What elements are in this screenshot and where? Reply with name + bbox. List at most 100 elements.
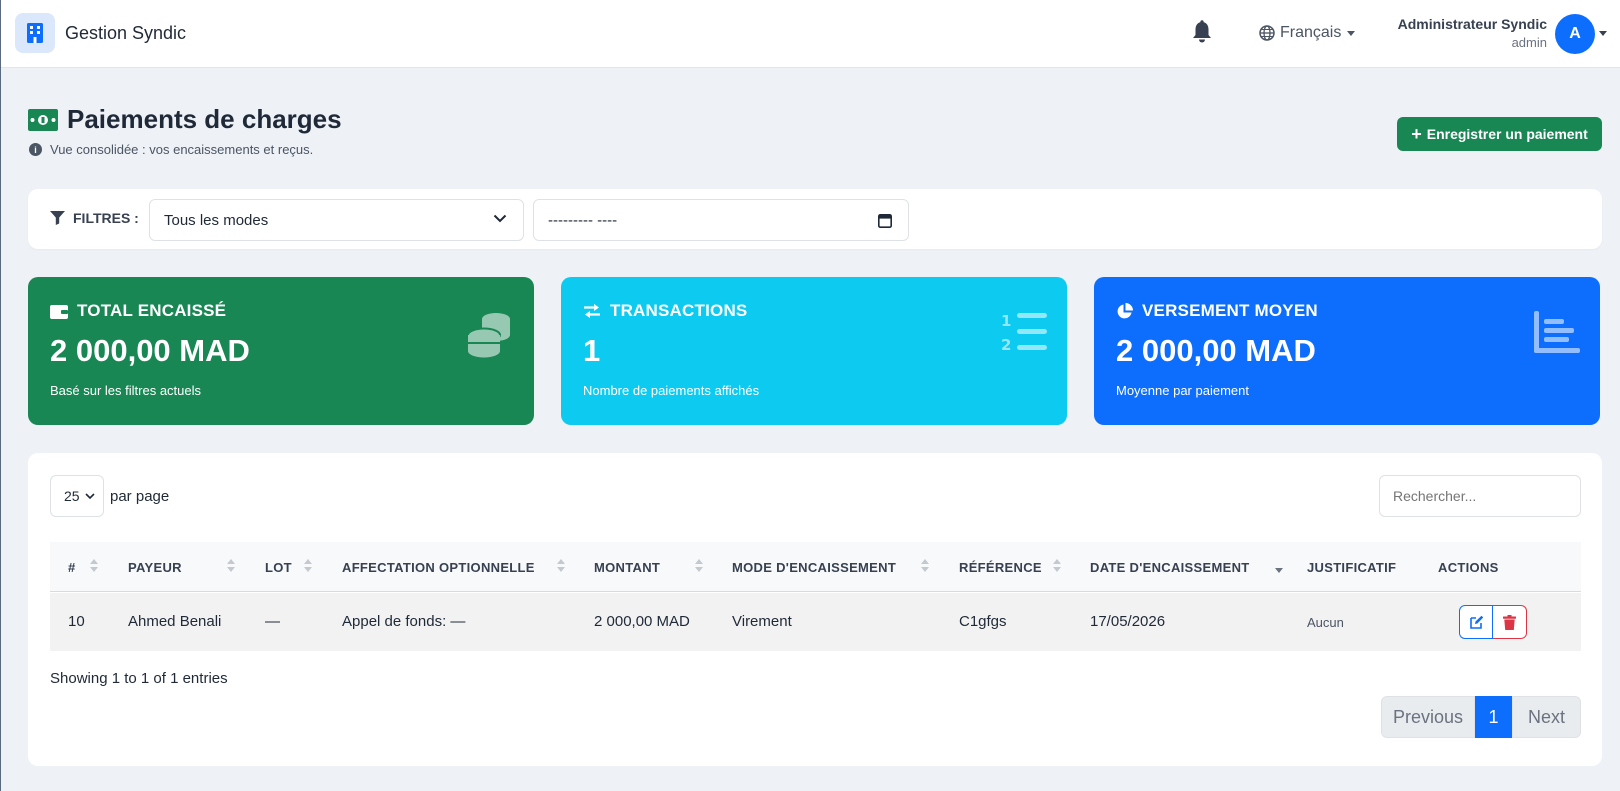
money-bill-icon xyxy=(28,108,58,131)
payments-table-card: 25 par page # PAYEUR LOT AFFECTATION OPT… xyxy=(28,453,1602,766)
cell-date: 17/05/2026 xyxy=(1090,613,1166,630)
user-menu[interactable]: Administrateur Syndic admin A xyxy=(1381,14,1595,54)
stat-value: 2 000,00 MAD xyxy=(50,333,250,368)
pie-chart-icon xyxy=(1117,302,1133,318)
page-length-label: par page xyxy=(110,487,170,505)
filters-panel: FILTRES : Tous les modes --------- ---- xyxy=(28,189,1602,249)
subtitle-text: Vue consolidée : vos encaissements et re… xyxy=(50,142,314,157)
sort-desc-icon[interactable] xyxy=(1275,558,1283,574)
sort-icon[interactable] xyxy=(921,558,929,574)
stat-note: Moyenne par paiement xyxy=(1116,383,1249,398)
globe-icon xyxy=(1259,25,1275,41)
column-header-mode[interactable]: MODE D'ENCAISSEMENT xyxy=(732,560,896,575)
cell-payer: Ahmed Benali xyxy=(128,613,222,630)
svg-text:1: 1 xyxy=(1001,312,1011,330)
cell-reference: C1gfgs xyxy=(959,613,1007,630)
cell-justificatif: Aucun xyxy=(1307,615,1344,630)
app-name: Gestion Syndic xyxy=(65,22,187,43)
language-label: Français xyxy=(1280,24,1342,41)
stat-card-header: VERSEMENT MOYEN xyxy=(1116,301,1318,321)
chevron-down-icon xyxy=(493,214,507,223)
coins-icon xyxy=(467,313,510,358)
edit-button[interactable] xyxy=(1459,605,1493,639)
payment-mode-value: Tous les modes xyxy=(164,211,269,229)
filters-label-text: FILTRES : xyxy=(73,210,139,226)
user-name: Administrateur Syndic xyxy=(1397,16,1547,32)
sort-icon[interactable] xyxy=(90,558,98,574)
language-dropdown[interactable]: Français xyxy=(1259,24,1356,42)
cell-amount: 2 000,00 MAD xyxy=(594,613,690,630)
stat-value: 1 xyxy=(583,333,601,368)
chevron-down-icon xyxy=(85,493,95,500)
page-subtitle: i Vue consolidée : vos encaissements et … xyxy=(29,142,313,157)
bar-chart-icon xyxy=(1534,311,1580,353)
exchange-arrows-icon xyxy=(584,304,600,318)
chevron-down-icon xyxy=(1347,30,1356,36)
sort-icon[interactable] xyxy=(557,558,565,574)
column-header-lot[interactable]: LOT xyxy=(265,560,292,575)
pagination: Previous 1 Next xyxy=(1381,696,1581,738)
column-header-actions: ACTIONS xyxy=(1438,560,1499,575)
filter-icon xyxy=(50,211,65,225)
table-row: 10 Ahmed Benali — Appel de fonds: — 2 00… xyxy=(50,593,1581,651)
stat-card-header: TOTAL ENCAISSÉ xyxy=(50,301,226,321)
column-header-id[interactable]: # xyxy=(68,560,76,575)
brand[interactable]: Gestion Syndic xyxy=(15,13,186,53)
plus-icon: + xyxy=(1411,123,1422,144)
user-menu-chevron-icon[interactable] xyxy=(1599,31,1607,36)
cell-affectation: Appel de fonds: — xyxy=(342,613,466,630)
top-navbar: Gestion Syndic Français Administrateur S… xyxy=(1,0,1620,68)
stat-title: TOTAL ENCAISSÉ xyxy=(77,301,227,320)
avatar[interactable]: A xyxy=(1555,14,1595,54)
svg-text:2: 2 xyxy=(1001,336,1011,353)
cell-lot: — xyxy=(265,613,280,630)
list-ol-icon: 1 2 xyxy=(1001,312,1047,353)
stat-note: Basé sur les filtres actuels xyxy=(50,383,202,398)
building-icon xyxy=(15,13,55,53)
sort-icon[interactable] xyxy=(1053,558,1061,574)
stat-note: Nombre de paiements affichés xyxy=(583,383,760,398)
stat-card-total: TOTAL ENCAISSÉ 2 000,00 MAD Basé sur les… xyxy=(28,277,534,425)
pagination-next[interactable]: Next xyxy=(1512,696,1581,738)
user-role: admin xyxy=(1511,35,1547,50)
delete-button[interactable] xyxy=(1493,605,1527,639)
pagination-page[interactable]: 1 xyxy=(1475,696,1512,738)
column-header-date[interactable]: DATE D'ENCAISSEMENT xyxy=(1090,560,1250,575)
page-title: Paiements de charges xyxy=(67,104,342,134)
page-length-control: 25 par page xyxy=(50,475,169,517)
page-length-select[interactable]: 25 xyxy=(50,475,104,517)
stat-card-average: VERSEMENT MOYEN 2 000,00 MAD Moyenne par… xyxy=(1094,277,1600,425)
info-icon: i xyxy=(29,143,42,156)
column-header-payer[interactable]: PAYEUR xyxy=(128,560,182,575)
add-payment-button[interactable]: + Enregistrer un paiement xyxy=(1397,117,1602,151)
pagination-previous[interactable]: Previous xyxy=(1381,696,1475,738)
payment-mode-select[interactable]: Tous les modes xyxy=(149,199,524,241)
column-header-affectation[interactable]: AFFECTATION OPTIONNELLE xyxy=(342,560,535,575)
stat-card-header: TRANSACTIONS xyxy=(583,301,747,321)
sort-icon[interactable] xyxy=(227,558,235,574)
stat-title: TRANSACTIONS xyxy=(610,301,748,320)
calendar-icon[interactable] xyxy=(878,213,892,228)
edit-icon xyxy=(1469,615,1483,629)
search-input[interactable] xyxy=(1379,475,1581,517)
wallet-icon xyxy=(50,304,68,319)
sort-icon[interactable] xyxy=(304,558,312,574)
table-header: # PAYEUR LOT AFFECTATION OPTIONNELLE MON… xyxy=(50,542,1581,592)
trash-icon xyxy=(1503,614,1516,630)
table-info: Showing 1 to 1 of 1 entries xyxy=(50,670,228,687)
add-payment-label: Enregistrer un paiement xyxy=(1426,126,1588,142)
cell-id: 10 xyxy=(68,613,85,630)
column-header-justificatif: JUSTIFICATIF xyxy=(1307,560,1397,575)
filters-label: FILTRES : xyxy=(50,210,139,226)
stat-card-transactions: TRANSACTIONS 1 Nombre de paiements affic… xyxy=(561,277,1067,425)
column-header-reference[interactable]: RÉFÉRENCE xyxy=(959,560,1042,575)
stat-title: VERSEMENT MOYEN xyxy=(1142,301,1318,320)
notifications-bell-icon[interactable] xyxy=(1191,20,1213,48)
row-actions xyxy=(1459,605,1527,639)
page-length-value: 25 xyxy=(64,488,80,504)
stat-value: 2 000,00 MAD xyxy=(1116,333,1316,368)
sort-icon[interactable] xyxy=(695,558,703,574)
month-filter-input[interactable]: --------- ---- xyxy=(533,199,909,241)
page-header: Paiements de charges xyxy=(28,104,342,135)
column-header-amount[interactable]: MONTANT xyxy=(594,560,660,575)
